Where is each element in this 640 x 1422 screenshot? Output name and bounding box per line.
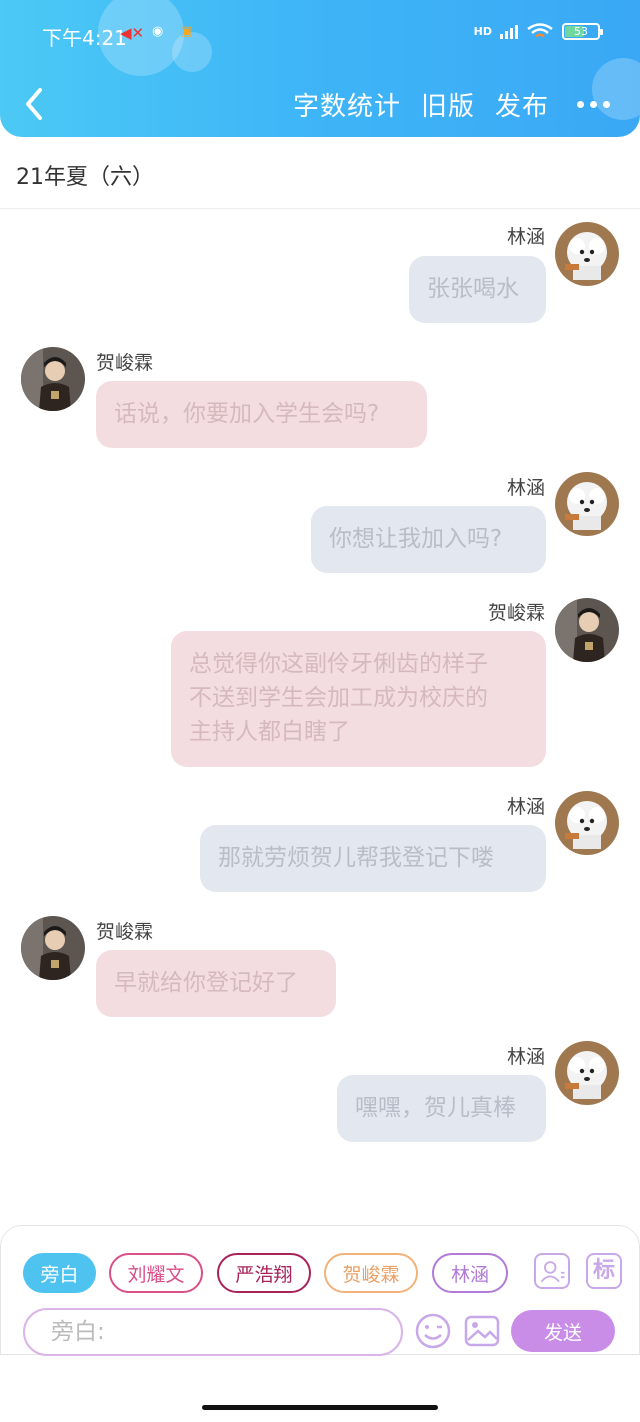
- status-indicators: HD 53: [473, 22, 603, 40]
- avatar-linhan[interactable]: [555, 472, 619, 536]
- word-count-button[interactable]: 字数统计: [293, 86, 401, 123]
- speaker-name: 贺峻霖: [96, 352, 154, 374]
- role-chip-yanhaoxiang[interactable]: 严浩翔: [217, 1253, 311, 1293]
- mute-icon: ◀✕: [120, 24, 145, 42]
- message-bubble[interactable]: 早就给你登记好了: [96, 950, 336, 1017]
- mark-icon[interactable]: 标: [586, 1253, 622, 1289]
- avatar-hejunlin[interactable]: [21, 347, 85, 411]
- old-version-button[interactable]: 旧版: [421, 86, 475, 123]
- network-label: HD: [473, 24, 492, 38]
- dog-avatar-icon: [555, 222, 619, 286]
- message-input[interactable]: 旁白:: [23, 1308, 403, 1356]
- title-bar: 21年夏（六）: [0, 137, 640, 209]
- app-header: 下午4:21 ◀✕ ◉ ▣ HD 53 字数统计 旧版 发布: [0, 0, 640, 137]
- role-chip-narration[interactable]: 旁白: [23, 1253, 96, 1293]
- battery-level: 53: [574, 24, 588, 38]
- signal-icon: [500, 23, 518, 39]
- avatar-hejunlin[interactable]: [21, 916, 85, 980]
- battery-icon: 53: [562, 22, 603, 40]
- image-icon[interactable]: [463, 1312, 501, 1350]
- speaker-name: 贺峻霖: [96, 921, 154, 943]
- header-actions: 字数统计 旧版 发布: [293, 86, 610, 123]
- message-bubble[interactable]: 嘿嘿，贺儿真棒: [337, 1075, 546, 1142]
- speaker-name: 林涵: [506, 1046, 545, 1068]
- role-chip-linhan[interactable]: 林涵: [432, 1253, 508, 1293]
- boy-avatar-icon: [21, 916, 85, 980]
- avatar-linhan[interactable]: [555, 1041, 619, 1105]
- message-line: 总觉得你这副伶牙俐齿的样子: [189, 651, 488, 677]
- message-bubble[interactable]: 张张喝水: [409, 256, 546, 323]
- message-line: 不送到学生会加工成为校庆的: [189, 685, 488, 711]
- send-button[interactable]: 发送: [511, 1310, 615, 1352]
- app-notif-icon: ◉: [152, 24, 164, 39]
- home-indicator[interactable]: [202, 1405, 438, 1410]
- role-chip-hejunlin[interactable]: 贺峻霖: [324, 1253, 418, 1293]
- publish-button[interactable]: 发布: [495, 86, 549, 123]
- message-bubble[interactable]: 总觉得你这副伶牙俐齿的样子 不送到学生会加工成为校庆的 主持人都白瞎了: [171, 631, 546, 767]
- role-chip-liuyaowen[interactable]: 刘耀文: [109, 1253, 203, 1293]
- message-line: 主持人都白瞎了: [189, 719, 350, 745]
- app-notif-icon: ▣: [180, 24, 193, 39]
- avatar-linhan[interactable]: [555, 222, 619, 286]
- composer-panel: 旁白 刘耀文 严浩翔 贺峻霖 林涵 标 旁白: 发送: [0, 1225, 640, 1356]
- dog-avatar-icon: [555, 1041, 619, 1105]
- more-icon[interactable]: [577, 101, 610, 108]
- screen: 下午4:21 ◀✕ ◉ ▣ HD 53 字数统计 旧版 发布 21年夏（六） 林…: [0, 0, 640, 1422]
- speaker-name: 贺峻霖: [487, 602, 545, 624]
- boy-avatar-icon: [21, 347, 85, 411]
- emoji-icon[interactable]: [414, 1312, 452, 1350]
- speaker-name: 林涵: [506, 477, 545, 499]
- back-arrow-icon[interactable]: [20, 84, 50, 124]
- dog-avatar-icon: [555, 472, 619, 536]
- speaker-name: 林涵: [506, 796, 545, 818]
- avatar-linhan[interactable]: [555, 791, 619, 855]
- status-time: 下午4:21: [42, 26, 127, 50]
- page-title[interactable]: 21年夏（六）: [16, 159, 154, 191]
- boy-avatar-icon: [555, 598, 619, 662]
- message-bubble[interactable]: 那就劳烦贺儿帮我登记下喽: [200, 825, 546, 892]
- wifi-icon: [527, 23, 553, 38]
- message-bubble[interactable]: 你想让我加入吗?: [311, 506, 546, 573]
- message-bubble[interactable]: 话说，你要加入学生会吗?: [96, 381, 427, 448]
- avatar-hejunlin[interactable]: [555, 598, 619, 662]
- dog-avatar-icon: [555, 791, 619, 855]
- role-card-icon[interactable]: [534, 1253, 570, 1289]
- speaker-name: 林涵: [506, 226, 545, 248]
